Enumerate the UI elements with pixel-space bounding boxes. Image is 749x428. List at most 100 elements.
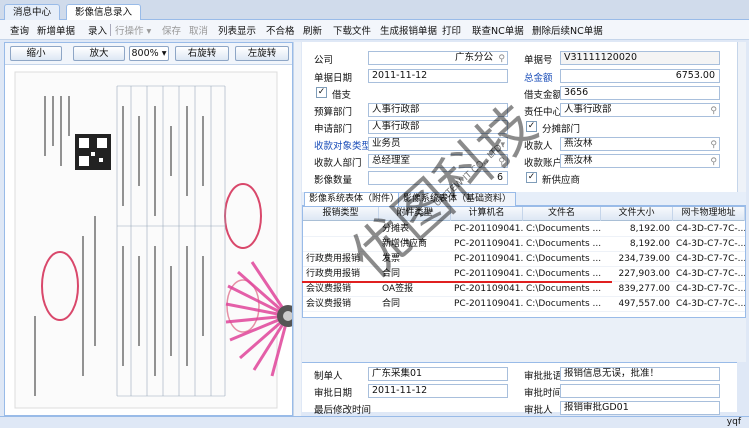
search-icon[interactable]: ⚲ [498,156,505,167]
table-cell-att: 新增供应商 [382,239,428,249]
budget-dept-field[interactable]: 人事行政部 [368,103,508,117]
table-cell-file: C:\Documents ... [526,254,601,264]
entry-button[interactable]: 录入 [88,23,107,37]
resp-center-label: 责任中心 [524,107,563,118]
image-count-field[interactable]: 6 [368,171,508,185]
table-row[interactable]: 新增供应商 PC-201109041... C:\Documents ... 8,19… [303,237,745,252]
doc-no-field[interactable]: V31111120020 [560,51,720,65]
print-button[interactable]: 打印 [442,23,461,37]
doc-no-label: 单据号 [524,55,553,66]
cancel-button[interactable]: 取消 [189,23,208,37]
row-op-button[interactable]: 行操作 ▾ [115,23,151,37]
new-supplier-checkbox[interactable]: ✓ [526,172,537,183]
column-header[interactable]: 文件名 [523,207,601,221]
table-row[interactable]: 分摊表 PC-201109041... C:\Documents ... 8,192.… [303,222,745,237]
approval-form: 制单人 广东采集01 审批批语 报销信息无误，批准！ 审批日期 2011-11-… [302,362,737,416]
company-value: 广东分公 [454,52,493,63]
apply-dept-label: 申请部门 [314,124,353,135]
search-icon[interactable]: ⚲ [710,139,717,150]
table-row[interactable]: 会议费报销 OA签报 PC-201109041... C:\Documents ...… [303,282,745,297]
payee-field[interactable]: 燕汝林 ⚲ [560,137,720,151]
table-cell-size: 8,192.00 [629,239,670,249]
table-cell-type: 会议费报销 [306,299,352,309]
table-cell-mac: C4-3D-C7-7C-... [676,239,745,249]
delete-nc-button[interactable]: 删除后续NC单据 [532,23,603,37]
search-icon[interactable]: ⚲ [710,105,717,116]
borrow-checkbox[interactable]: ✓ [316,87,327,98]
table-cell-size: 8,192.00 [629,224,670,234]
approver-field[interactable]: 报销审批GD01 [560,401,720,415]
column-header[interactable]: 文件大小 [601,207,673,221]
maker-field[interactable]: 广东采集01 [368,367,508,381]
current-user: yqf [726,417,741,427]
payee-type-field[interactable]: 业务员 ▾ [368,137,508,151]
link-nc-button[interactable]: 联查NC单据 [472,23,524,37]
doc-date-field[interactable]: 2011-11-12 [368,69,508,83]
list-view-button[interactable]: 列表显示 [218,23,256,37]
payee-account-field[interactable]: 燕汝林 ⚲ [560,154,720,168]
company-field[interactable]: 广东分公 ⚲ [368,51,508,65]
share-dept-label: 分摊部门 [542,124,581,135]
viewer-scrollbar[interactable] [293,42,301,416]
table-cell-mac: C4-3D-C7-7C-... [676,269,745,279]
tab-message-center[interactable]: 消息中心 [4,4,61,20]
search-icon[interactable]: ⚲ [498,53,505,64]
search-icon[interactable]: ⚲ [710,156,717,167]
download-file-button[interactable]: 下载文件 [333,23,371,37]
share-dept-checkbox[interactable]: ✓ [526,121,537,132]
save-button[interactable]: 保存 [162,23,181,37]
scanned-document-image[interactable] [5,66,292,415]
budget-dept-label: 预算部门 [314,107,353,118]
refresh-button[interactable]: 刷新 [303,23,322,37]
total-field[interactable]: 6753.00 [560,69,720,83]
table-cell-pc: PC-201109041... [454,284,523,294]
resp-center-value: 人事行政部 [564,104,612,115]
splitter-panel[interactable] [302,318,746,362]
table-row[interactable]: 行政费用报销 合同 PC-201109041... C:\Documents ... 2… [303,267,745,282]
query-button[interactable]: 查询 [10,23,29,37]
table-cell-type: 行政费用报销 [306,269,361,279]
table-cell-size: 227,903.00 [618,269,670,279]
table-row[interactable]: 会议费报销 合同 PC-201109041... C:\Documents ... 49… [303,297,745,312]
column-header[interactable]: 计算机名 [451,207,523,221]
attachment-table: 报销类型 附件类型 计算机名 文件名 文件大小 网卡物理地址 分摊表 PC-201… [302,206,746,318]
borrow-amount-field[interactable]: 3656 [560,86,720,100]
approve-note-field[interactable]: 报销信息无误，批准！ [560,367,720,381]
table-row[interactable]: 行政费用报销 发票 PC-201109041... C:\Documents ... 2… [303,252,745,267]
chevron-down-icon[interactable]: ▾ [500,139,505,150]
unqualified-button[interactable]: 不合格 [266,23,295,37]
gen-reimburse-button[interactable]: 生成报销单据 [380,23,437,37]
column-header[interactable]: 报销类型 [303,207,379,221]
payee-dept-label: 收款人部门 [314,158,362,169]
doc-date-label: 单据日期 [314,73,353,84]
zoom-in-button[interactable]: 放大 [73,46,125,61]
tab-image-entry[interactable]: 影像信息录入 [66,4,142,20]
approve-date-field[interactable]: 2011-11-12 [368,384,508,398]
form-scrollbar[interactable] [737,42,746,192]
approve-time-label: 审批时间 [524,388,563,399]
column-header[interactable]: 附件类型 [379,207,451,221]
new-doc-button[interactable]: 新增单据 [37,23,75,37]
table-cell-size: 497,557.00 [618,299,670,309]
table-cell-mac: C4-3D-C7-7C-... [676,254,745,264]
borrow-label: 借支 [332,90,352,101]
column-header[interactable]: 网卡物理地址 [673,207,745,221]
zoom-select[interactable]: 800% ▾ [129,46,169,61]
tab-attachments[interactable]: 影像系统表体（附件） [304,192,405,206]
image-viewer: 缩小 放大 800% ▾ 右旋转 左旋转 [4,42,293,416]
viewer-toolbar: 缩小 放大 800% ▾ 右旋转 左旋转 [5,43,292,65]
table-cell-att: 分摊表 [382,224,410,234]
payee-dept-field[interactable]: 总经理室 ⚲ [368,154,508,168]
table-cell-type [303,222,379,237]
table-cell-type: 行政费用报销 [306,254,361,264]
approve-note-label: 审批批语 [524,371,563,382]
apply-dept-field[interactable]: 人事行政部 [368,120,508,134]
rotate-left-button[interactable]: 左旋转 [235,46,289,61]
header-form: 公司 广东分公 ⚲ 单据号 V31111120020 单据日期 2011-11-1… [302,42,737,192]
tab-basic-data[interactable]: 影像系统表体（基础资料） [398,192,517,206]
zoom-out-button[interactable]: 缩小 [10,46,62,61]
resp-center-field[interactable]: 人事行政部 ⚲ [560,103,720,117]
rotate-right-button[interactable]: 右旋转 [175,46,229,61]
status-bar: yqf [0,416,749,428]
approve-time-field[interactable] [560,384,720,398]
